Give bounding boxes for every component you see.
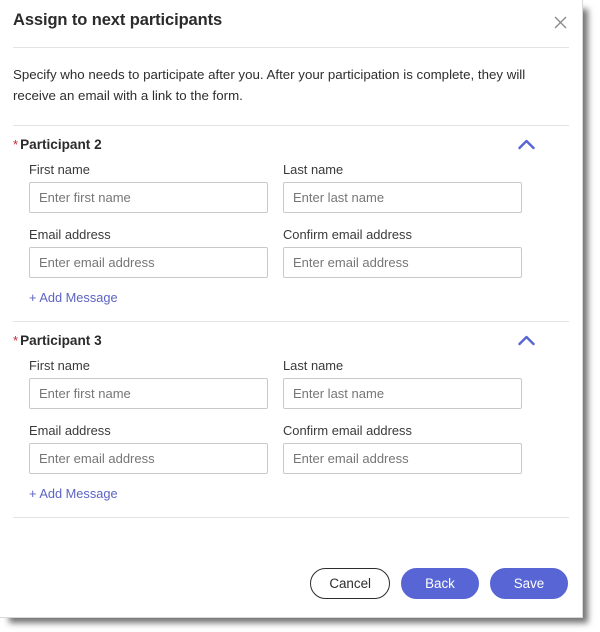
chevron-up-icon-participant-2[interactable] xyxy=(515,133,537,155)
participant-2-confirm-email-field: Confirm email address xyxy=(283,227,522,278)
participant-3-title: * Participant 3 xyxy=(13,333,102,348)
participant-2-name-row: First name Last name xyxy=(29,162,582,213)
participant-3-last-name-field: Last name xyxy=(283,358,522,409)
required-asterisk: * xyxy=(13,137,19,152)
participant-2-email-input[interactable] xyxy=(29,247,268,278)
participant-section-3: *Participant 3 First name Last name xyxy=(0,322,582,517)
participant-2-title: * Participant 2 xyxy=(13,137,102,152)
participant-2-label: Participant 2 xyxy=(20,137,102,152)
participant-2-last-name-field: Last name xyxy=(283,162,522,213)
participant-3-email-input[interactable] xyxy=(29,443,268,474)
dialog-description: Specify who needs to participate after y… xyxy=(13,67,526,103)
participant-2-email-row: Email address Confirm email address xyxy=(29,227,582,278)
participant-2-confirm-email-input[interactable] xyxy=(283,247,522,278)
participant-3-email-row: Email address Confirm email address xyxy=(29,423,582,474)
participant-3-first-name-field: First name xyxy=(29,358,268,409)
participant-3-header: * Participant 3 xyxy=(0,322,582,358)
participant-2-first-name-input[interactable] xyxy=(29,182,268,213)
participant-3-last-name-input[interactable] xyxy=(283,378,522,409)
participant-2-last-name-label: Last name xyxy=(283,162,344,177)
participant-2-email-label: Email address xyxy=(29,227,111,242)
participant-3-last-name-label: Last name xyxy=(283,358,344,373)
dialog-footer: Cancel Back Save xyxy=(0,555,582,617)
participant-3-name-row: First name Last name xyxy=(29,358,582,409)
divider-participant-3 xyxy=(13,517,569,518)
footer-button-group: Cancel Back Save xyxy=(0,555,582,599)
participant-2-first-name-label: First name xyxy=(29,162,90,177)
back-button[interactable]: Back xyxy=(401,568,479,599)
participant-3-email-field: Email address xyxy=(29,423,268,474)
participant-3-confirm-email-label: Confirm email address xyxy=(283,423,412,438)
participant-3-add-message-link[interactable]: + Add Message xyxy=(29,486,118,501)
participant-3-fields: First name Last name Email address Confi… xyxy=(0,358,582,503)
participant-2-last-name-input[interactable] xyxy=(283,182,522,213)
participant-2-first-name-field: First name xyxy=(29,162,268,213)
participant-3-confirm-email-field: Confirm email address xyxy=(283,423,522,474)
participant-2-fields: First name Last name Email address Confi… xyxy=(0,162,582,307)
participant-2-confirm-email-label: Confirm email address xyxy=(283,227,412,242)
participant-section-2: *Participant 2 First name Last name xyxy=(0,126,582,321)
chevron-up-icon-participant-3[interactable] xyxy=(515,329,537,351)
participant-3-first-name-label: First name xyxy=(29,358,90,373)
cancel-button[interactable]: Cancel xyxy=(310,568,390,599)
participant-2-header: * Participant 2 xyxy=(0,126,582,162)
participant-3-label: Participant 3 xyxy=(20,333,102,348)
required-asterisk: * xyxy=(13,333,19,348)
participant-3-first-name-input[interactable] xyxy=(29,378,268,409)
save-button[interactable]: Save xyxy=(490,568,568,599)
close-icon[interactable] xyxy=(549,11,571,33)
page-title: Assign to next participants xyxy=(13,11,223,29)
participant-3-confirm-email-input[interactable] xyxy=(283,443,522,474)
assign-participants-dialog: Assign to next participants Specify who … xyxy=(0,0,583,618)
participant-3-email-label: Email address xyxy=(29,423,111,438)
participant-2-add-message-link[interactable]: + Add Message xyxy=(29,290,118,305)
dialog-header: Assign to next participants xyxy=(0,0,582,47)
participant-2-email-field: Email address xyxy=(29,227,268,278)
